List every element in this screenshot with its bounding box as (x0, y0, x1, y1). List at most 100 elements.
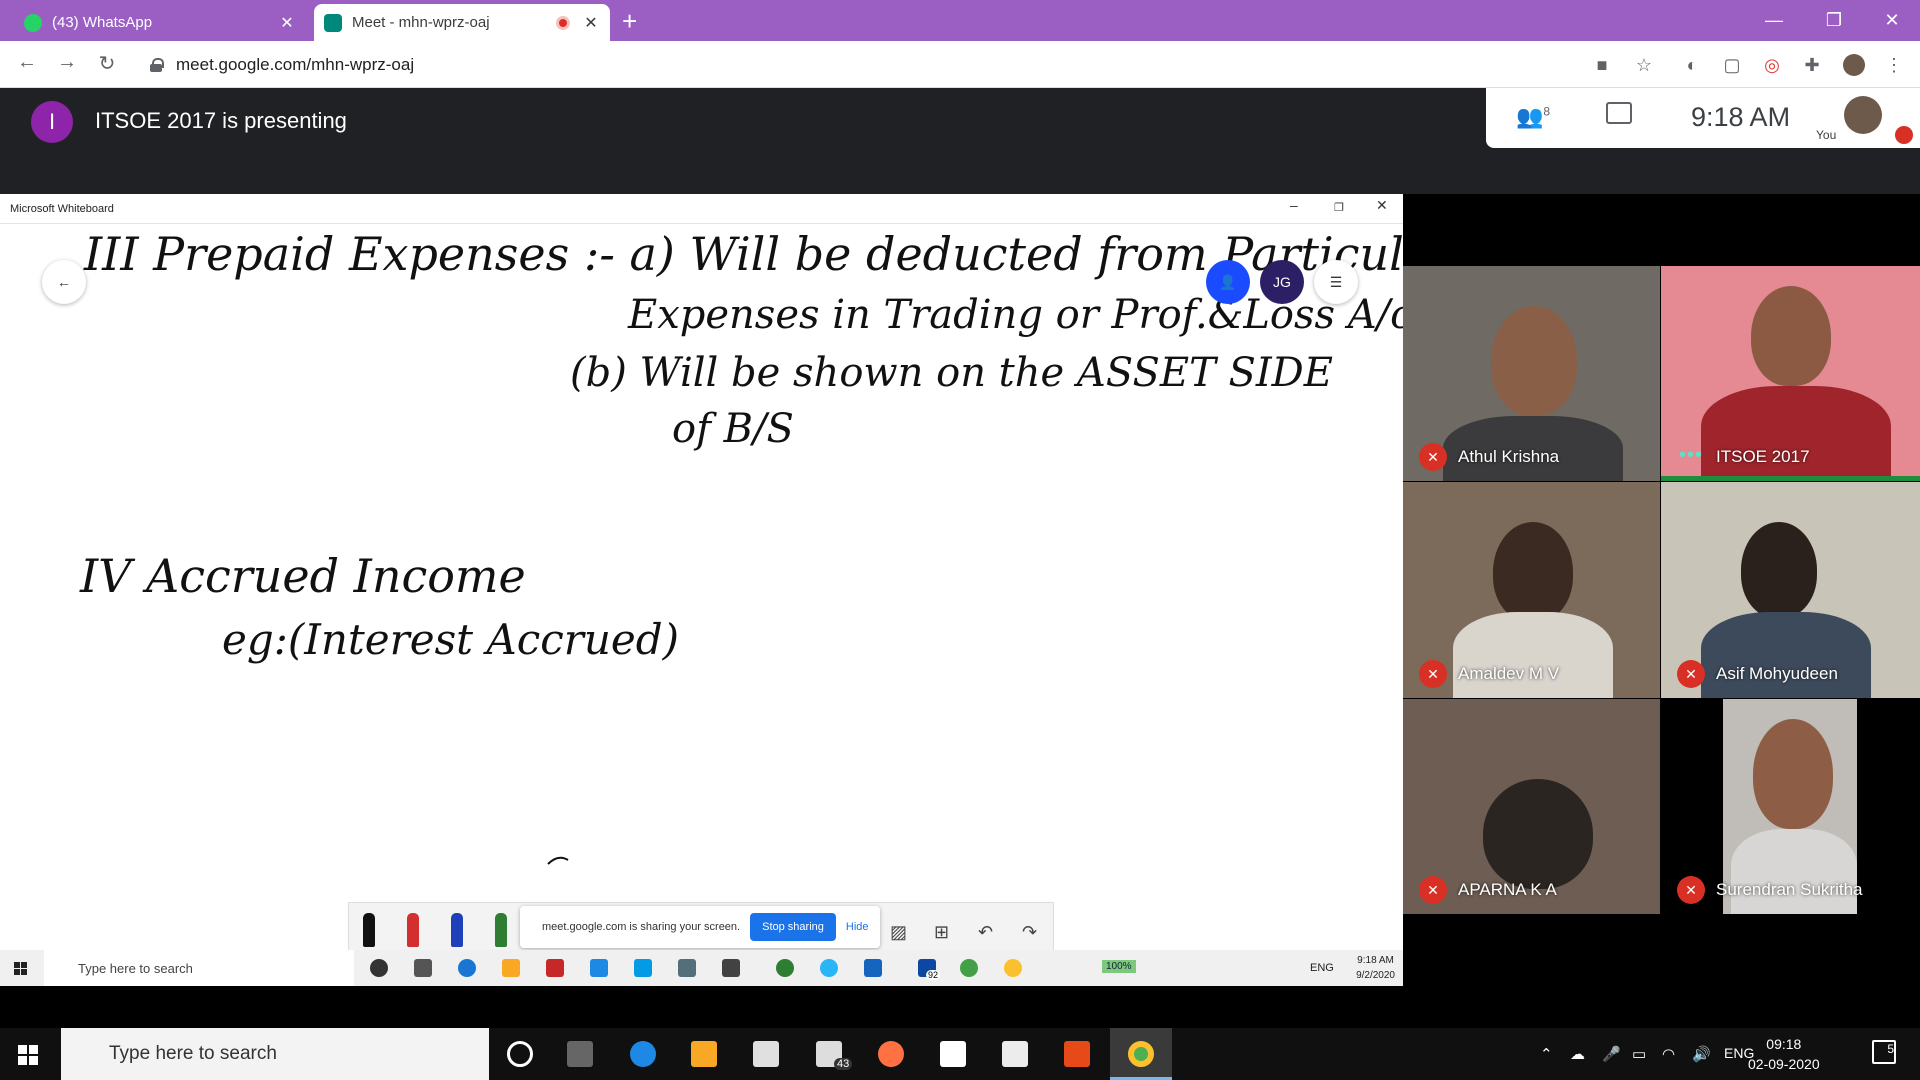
close-window-button[interactable]: ✕ (1862, 0, 1920, 41)
handwriting-line: eg:(Interest Accrued) (222, 615, 679, 664)
tab-whatsapp[interactable]: (43) WhatsApp ✕ (14, 4, 306, 41)
close-button[interactable]: ✕ (1376, 197, 1388, 214)
mic-off-icon (1895, 126, 1913, 144)
edge-icon (458, 959, 476, 977)
minimize-button[interactable]: – (1290, 197, 1298, 213)
search-placeholder: Type here to search (109, 1043, 277, 1064)
back-button[interactable]: ← (12, 51, 42, 74)
participant-name: Surendran Sukritha (1716, 880, 1863, 899)
hamburger-menu-icon[interactable]: ☰ (1314, 260, 1358, 304)
participant-tile[interactable]: ✕ Surendran Sukritha (1661, 699, 1920, 914)
reload-button[interactable]: ↻ (92, 51, 122, 76)
participant-tile[interactable]: ✕ Athul Krishna (1403, 266, 1660, 481)
chrome-icon (1004, 959, 1022, 977)
telegram-icon (820, 959, 838, 977)
task-view-icon[interactable] (567, 1041, 593, 1067)
tab-meet[interactable]: Meet - mhn-wprz-oaj ✕ (314, 4, 610, 41)
mail-badge: 43 (834, 1058, 853, 1070)
office-icon[interactable] (1064, 1041, 1090, 1067)
forward-button[interactable]: → (52, 51, 82, 74)
windows-start-button[interactable] (18, 1045, 38, 1065)
store-icon (722, 959, 740, 977)
participant-name: Asif Mohyudeen (1716, 664, 1838, 683)
mcafee-icon (546, 959, 564, 977)
close-tab-icon[interactable]: ✕ (278, 13, 296, 33)
system-clock[interactable]: 09:18 02-09-2020 (1748, 1034, 1820, 1074)
dropbox-icon[interactable] (940, 1041, 966, 1067)
restore-button[interactable]: ❐ (1334, 201, 1344, 214)
undo-icon[interactable]: ↶ (978, 922, 993, 943)
participant-name: Amaldev M V (1458, 664, 1560, 683)
chrome-taskbar-button[interactable] (1110, 1028, 1172, 1080)
stop-sharing-button[interactable]: Stop sharing (750, 913, 836, 941)
handwriting-line: III Prepaid Expenses :- a) Will be deduc… (83, 227, 1403, 281)
green-pen-tool[interactable] (495, 913, 507, 947)
redo-icon[interactable]: ↷ (1022, 922, 1037, 943)
minimize-window-button[interactable]: — (1744, 0, 1804, 41)
black-pen-tool[interactable] (363, 913, 375, 947)
extensions-puzzle-icon[interactable]: ✚ (1800, 53, 1824, 77)
meet-info-panel: 👥8 9:18 AM You (1486, 88, 1920, 148)
bookmark-star-icon[interactable]: ☆ (1632, 53, 1656, 77)
chevron-up-icon[interactable]: ⌃ (1540, 1045, 1553, 1063)
invite-person-icon[interactable]: 👤 (1206, 260, 1250, 304)
cortana-icon[interactable] (507, 1041, 533, 1067)
address-bar[interactable]: meet.google.com/mhn-wprz-oaj (140, 48, 1670, 82)
store-icon[interactable] (753, 1041, 779, 1067)
participant-tile[interactable]: ••• ITSOE 2017 (1661, 266, 1920, 481)
self-label: You (1816, 128, 1837, 142)
action-center-icon[interactable]: 5 (1872, 1040, 1896, 1064)
participant-tile[interactable]: ✕ APARNA K A (1403, 699, 1660, 914)
wifi-icon[interactable]: ◠ (1662, 1045, 1675, 1063)
recording-icon (556, 15, 570, 30)
menu-kebab-icon[interactable]: ⋮ (1882, 53, 1906, 77)
self-video-thumbnail[interactable] (1844, 96, 1882, 134)
restore-window-button[interactable]: ❐ (1804, 0, 1864, 41)
shared-date: 9/2/2020 (1356, 970, 1395, 981)
extension-icon[interactable]: ◐ (1680, 53, 1704, 77)
search-placeholder: Type here to search (78, 960, 193, 976)
taskbar-search-box[interactable]: Type here to search (61, 1028, 489, 1080)
speaking-indicator-icon: ••• (1679, 444, 1704, 466)
onedrive-icon[interactable]: ☁ (1570, 1045, 1585, 1063)
amazon-icon[interactable] (1002, 1041, 1028, 1067)
mic-off-icon: ✕ (1419, 876, 1447, 904)
people-button[interactable]: 👥8 (1516, 104, 1550, 130)
shared-search-box: Type here to search (44, 950, 354, 986)
chat-icon[interactable] (1606, 102, 1632, 124)
image-insert-icon[interactable]: ▨ (890, 922, 907, 943)
participant-tile[interactable]: ✕ Asif Mohyudeen (1661, 482, 1920, 698)
camera-icon[interactable]: ■ (1590, 53, 1614, 77)
shared-taskbar: Type here to search 92 100% ENG 9:18 AM … (0, 950, 1403, 986)
file-explorer-icon[interactable] (691, 1041, 717, 1067)
add-icon[interactable]: ⊞ (934, 922, 949, 943)
firefox-icon[interactable] (878, 1041, 904, 1067)
extension-icon[interactable]: ◎ (1760, 53, 1784, 77)
meet-header: I ITSOE 2017 is presenting 👥8 9:18 AM Yo… (0, 88, 1920, 194)
user-initials-avatar[interactable]: JG (1260, 260, 1304, 304)
tab-label: (43) WhatsApp (52, 14, 153, 31)
battery-icon[interactable]: ▭ (1632, 1045, 1646, 1063)
participant-tile[interactable]: ✕ Amaldev M V (1403, 482, 1660, 698)
cortana-icon (370, 959, 388, 977)
back-arrow-button[interactable]: ← (42, 260, 86, 304)
extension-icon[interactable]: ▢ (1720, 53, 1744, 77)
hide-banner-button[interactable]: Hide (846, 921, 869, 933)
utorrent-icon (960, 959, 978, 977)
volume-icon[interactable]: 🔊 (1692, 1045, 1711, 1063)
mic-off-icon: ✕ (1419, 443, 1447, 471)
notification-count: 5 (1887, 1042, 1894, 1056)
whiteboard-canvas[interactable]: III Prepaid Expenses :- a) Will be deduc… (0, 224, 1403, 924)
red-pen-tool[interactable] (407, 913, 419, 947)
profile-avatar[interactable] (1842, 53, 1866, 77)
camera-app-icon (678, 959, 696, 977)
mic-off-icon: ✕ (1677, 660, 1705, 688)
system-date: 02-09-2020 (1748, 1056, 1820, 1072)
outlook-icon (864, 959, 882, 977)
blue-pen-tool[interactable] (451, 913, 463, 947)
handwriting-line: (b) Will be shown on the ASSET SIDE (570, 350, 1333, 396)
edge-icon[interactable] (630, 1041, 656, 1067)
new-tab-button[interactable]: + (622, 6, 637, 36)
close-tab-icon[interactable]: ✕ (582, 13, 600, 33)
microphone-icon[interactable]: 🎤 (1602, 1045, 1621, 1063)
